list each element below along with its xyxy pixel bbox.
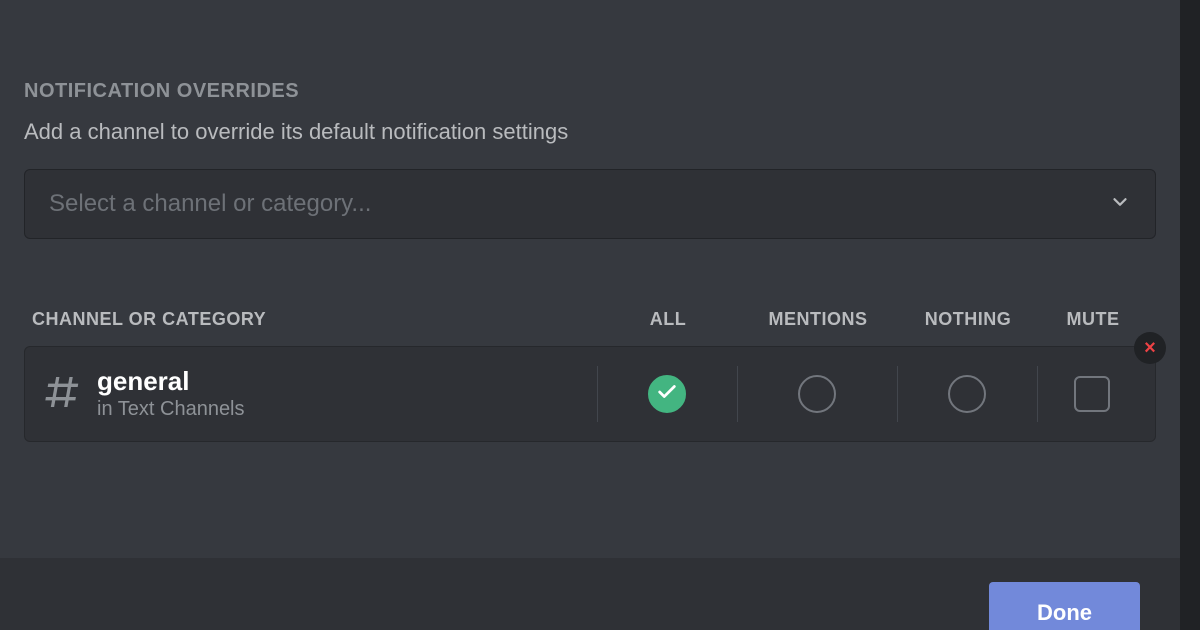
override-row: general in Text Channels [24,346,1156,442]
column-header-channel: CHANNEL OR CATEGORY [32,309,598,330]
cell-mentions [737,347,897,441]
mute-checkbox[interactable] [1074,376,1110,412]
chevron-down-icon [1109,191,1131,218]
channel-name: general [97,367,245,396]
channel-select-dropdown[interactable]: Select a channel or category... [24,169,1156,239]
check-icon [656,381,678,408]
column-header-nothing: NOTHING [898,309,1038,330]
column-header-all: ALL [598,309,738,330]
cell-all [597,347,737,441]
override-row-wrap: general in Text Channels [24,346,1156,442]
channel-text: general in Text Channels [97,367,245,421]
radio-nothing[interactable] [948,375,986,413]
radio-mentions[interactable] [798,375,836,413]
section-description: Add a channel to override its default no… [24,119,1156,145]
cell-nothing [897,347,1037,441]
cell-mute [1037,347,1147,441]
column-header-mentions: MENTIONS [738,309,898,330]
remove-override-button[interactable]: × [1134,332,1166,364]
notification-overrides-panel: NOTIFICATION OVERRIDES Add a channel to … [0,0,1180,630]
close-icon: × [1144,338,1156,358]
override-table-header: CHANNEL OR CATEGORY ALL MENTIONS NOTHING… [24,309,1156,330]
done-button[interactable]: Done [989,582,1140,630]
section-title: NOTIFICATION OVERRIDES [24,80,1156,103]
channel-select-placeholder: Select a channel or category... [49,190,371,218]
radio-all[interactable] [648,375,686,413]
channel-category: in Text Channels [97,398,245,421]
modal-footer: Done [0,558,1180,630]
channel-cell: general in Text Channels [41,367,597,421]
column-header-mute: MUTE [1038,309,1148,330]
hash-icon [41,372,81,417]
backdrop-strip [1180,0,1200,630]
